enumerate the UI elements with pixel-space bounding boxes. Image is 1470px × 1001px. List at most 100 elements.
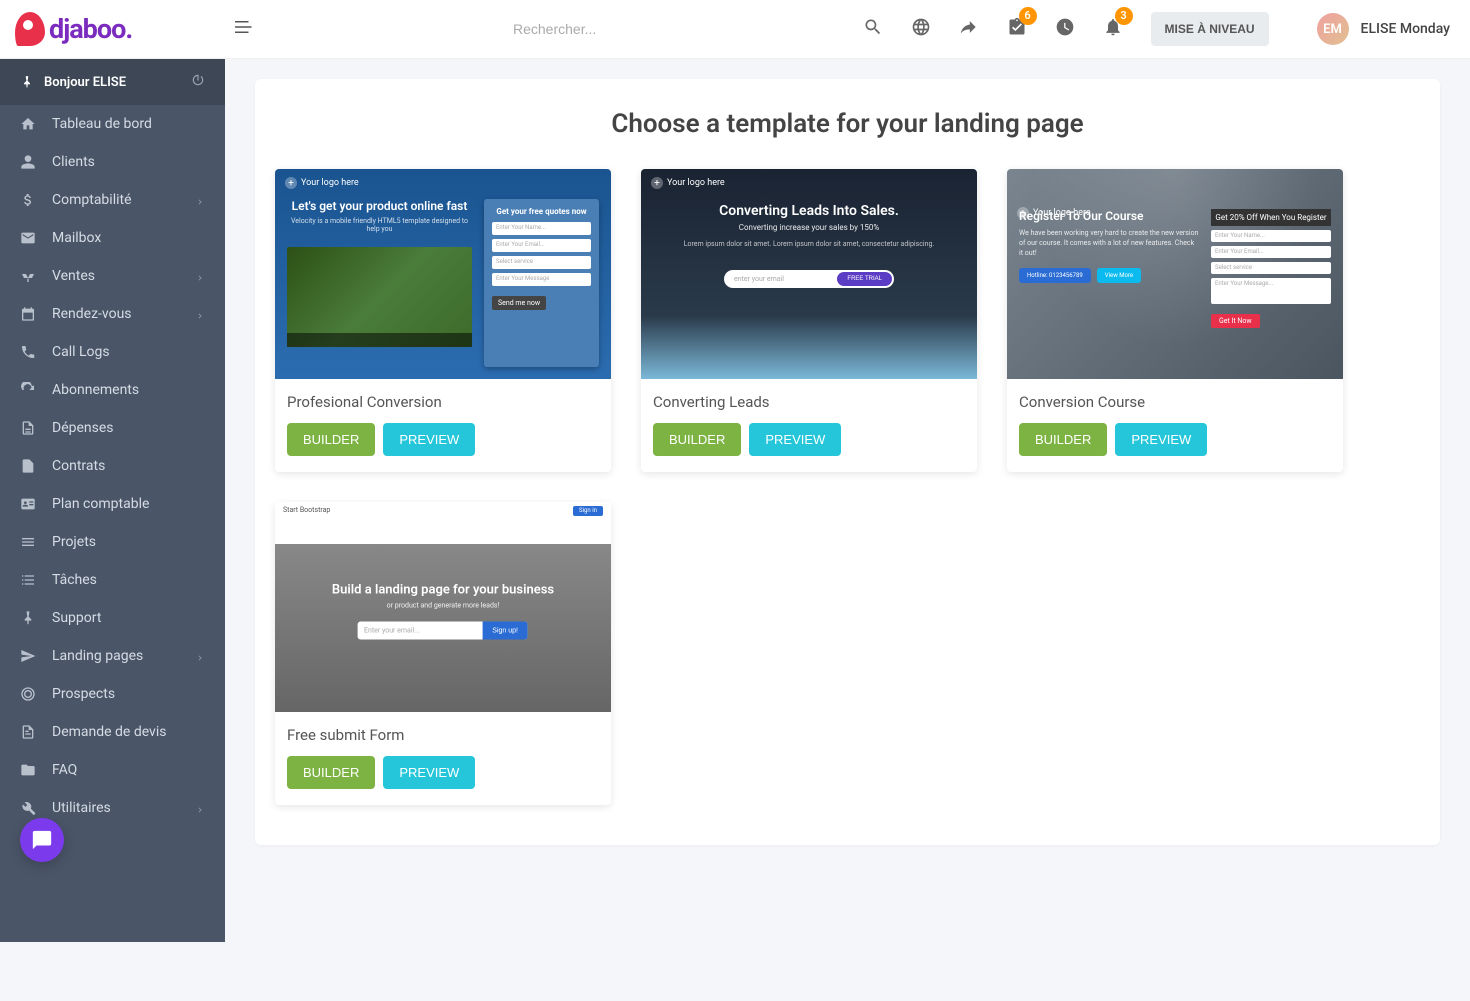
topbar: djaboo. 6 3 MISE À NIVEAU EM ELISE Mo — [0, 0, 1470, 59]
sidebar-item-contracts[interactable]: Contrats — [0, 447, 225, 485]
sidebar-item-calllogs[interactable]: Call Logs — [0, 333, 225, 371]
content-panel: Choose a template for your landing page … — [255, 79, 1440, 845]
thumb-textarea: Enter Your Message... — [1211, 278, 1331, 304]
builder-button[interactable]: BUILDER — [287, 423, 375, 456]
sidebar-item-subscriptions[interactable]: Abonnements — [0, 371, 225, 409]
template-name: Profesional Conversion — [287, 393, 599, 411]
sidebar-item-landing[interactable]: Landing pages — [0, 637, 225, 675]
thumb-pill: enter your email FREE TRIAL — [724, 270, 894, 288]
globe-icon[interactable] — [911, 17, 931, 42]
chevron-right-icon — [195, 651, 205, 661]
check-icon[interactable]: 6 — [1007, 17, 1027, 42]
preview-button[interactable]: PREVIEW — [383, 756, 475, 789]
sidebar-item-label: Tableau de bord — [52, 116, 205, 132]
sidebar-item-label: Contrats — [52, 458, 205, 474]
thumb-topbar: Start Bootstrap Sign in — [275, 502, 611, 520]
preview-button[interactable]: PREVIEW — [1115, 423, 1207, 456]
sidebar: Bonjour ELISE Tableau de bord Clients Co… — [0, 59, 225, 942]
thumb-input: Enter Your Name... — [1211, 230, 1331, 242]
share-icon[interactable] — [959, 17, 979, 42]
sidebar-item-tasks[interactable]: Tâches — [0, 561, 225, 599]
dollar-icon — [18, 192, 38, 208]
template-card: Your logo here Register To Our Course We… — [1007, 169, 1343, 472]
sidebar-item-mailbox[interactable]: Mailbox — [0, 219, 225, 257]
sidebar-item-prospects[interactable]: Prospects — [0, 675, 225, 713]
builder-button[interactable]: BUILDER — [653, 423, 741, 456]
thumb-desc: or product and generate more leads! — [309, 602, 578, 610]
template-name: Free submit Form — [287, 726, 599, 744]
logo-area: djaboo. — [0, 12, 225, 46]
template-name: Converting Leads — [653, 393, 965, 411]
thumb-headline: Register To Our Course — [1019, 209, 1199, 223]
thumb-pill-placeholder: enter your email — [726, 275, 837, 283]
sidebar-item-label: Utilitaires — [52, 800, 195, 816]
thumb-form-title: Get 20% Off When You Register — [1211, 209, 1331, 226]
user-name: ELISE Monday — [1361, 21, 1450, 37]
template-grid: Your logo here Let's get your product on… — [275, 169, 1420, 805]
thumb-desc: Lorem ipsum dolor sit amet. Lorem ipsum … — [671, 240, 947, 250]
template-name: Conversion Course — [1019, 393, 1331, 411]
search-icon[interactable] — [863, 17, 883, 42]
thumb-headline: Build a landing page for your business — [309, 583, 578, 598]
template-thumbnail: Your logo here Converting Leads Into Sal… — [641, 169, 977, 379]
sidebar-item-quotes[interactable]: Demande de devis — [0, 713, 225, 751]
filetext-icon — [18, 420, 38, 436]
sidebar-item-clients[interactable]: Clients — [0, 143, 225, 181]
folder-icon — [18, 762, 38, 778]
thumb-desc: We have been working very hard to create… — [1019, 229, 1199, 258]
sidebar-item-label: Comptabilité — [52, 192, 195, 208]
chevron-right-icon — [195, 271, 205, 281]
preview-button[interactable]: PREVIEW — [749, 423, 841, 456]
thumb-sub: Converting increase your sales by 150% — [671, 223, 947, 232]
sidebar-item-sales[interactable]: Ventes — [0, 257, 225, 295]
sidebar-item-support[interactable]: Support — [0, 599, 225, 637]
template-thumbnail: Your logo here Register To Our Course We… — [1007, 169, 1343, 379]
menu-toggle-icon[interactable] — [235, 18, 253, 41]
sidebar-item-projects[interactable]: Projets — [0, 523, 225, 561]
preview-button[interactable]: PREVIEW — [383, 423, 475, 456]
target-icon — [18, 686, 38, 702]
sidebar-item-dashboard[interactable]: Tableau de bord — [0, 105, 225, 143]
send-icon — [18, 648, 38, 664]
refresh-icon — [18, 382, 38, 398]
builder-button[interactable]: BUILDER — [287, 756, 375, 789]
sidebar-item-label: Dépenses — [52, 420, 205, 436]
wrench-icon — [18, 800, 38, 816]
search-input[interactable] — [513, 21, 813, 37]
sidebar-item-label: Landing pages — [52, 648, 195, 664]
thumb-input: Select service — [1211, 262, 1331, 274]
file-icon — [18, 458, 38, 474]
sidebar-item-label: FAQ — [52, 762, 205, 778]
avatar: EM — [1317, 13, 1349, 45]
thumb-input-group: Enter your email... Sign up! — [358, 622, 528, 640]
chat-bubble[interactable] — [20, 818, 64, 862]
thumb-submit: Get It Now — [1211, 314, 1260, 328]
check-badge: 6 — [1019, 7, 1037, 25]
main: Choose a template for your landing page … — [225, 59, 1470, 865]
power-icon[interactable] — [191, 73, 205, 91]
thumb-hotline: Hotline: 0123456789 — [1019, 268, 1091, 283]
bars-icon — [18, 534, 38, 550]
clock-icon[interactable] — [1055, 17, 1075, 42]
chevron-right-icon — [195, 309, 205, 319]
sidebar-item-chart[interactable]: Plan comptable — [0, 485, 225, 523]
search-wrap — [253, 21, 863, 37]
sidebar-item-label: Projets — [52, 534, 205, 550]
template-card: Start Bootstrap Sign in Build a landing … — [275, 502, 611, 805]
thumb-logo: Your logo here — [651, 177, 725, 189]
builder-button[interactable]: BUILDER — [1019, 423, 1107, 456]
upgrade-button[interactable]: MISE À NIVEAU — [1151, 12, 1269, 46]
scale-icon — [18, 268, 38, 284]
thumb-submit: Send me now — [492, 296, 546, 310]
user-block[interactable]: EM ELISE Monday — [1317, 13, 1450, 45]
page-title: Choose a template for your landing page — [275, 109, 1420, 139]
template-thumbnail: Your logo here Let's get your product on… — [275, 169, 611, 379]
sidebar-item-expenses[interactable]: Dépenses — [0, 409, 225, 447]
sidebar-item-accounting[interactable]: Comptabilité — [0, 181, 225, 219]
sidebar-item-faq[interactable]: FAQ — [0, 751, 225, 789]
thumb-headline: Let's get your product online fast — [287, 199, 472, 213]
thumb-viewmore: View More — [1097, 268, 1141, 283]
sidebar-item-label: Support — [52, 610, 205, 626]
sidebar-item-appointments[interactable]: Rendez-vous — [0, 295, 225, 333]
bell-icon[interactable]: 3 — [1103, 17, 1123, 42]
